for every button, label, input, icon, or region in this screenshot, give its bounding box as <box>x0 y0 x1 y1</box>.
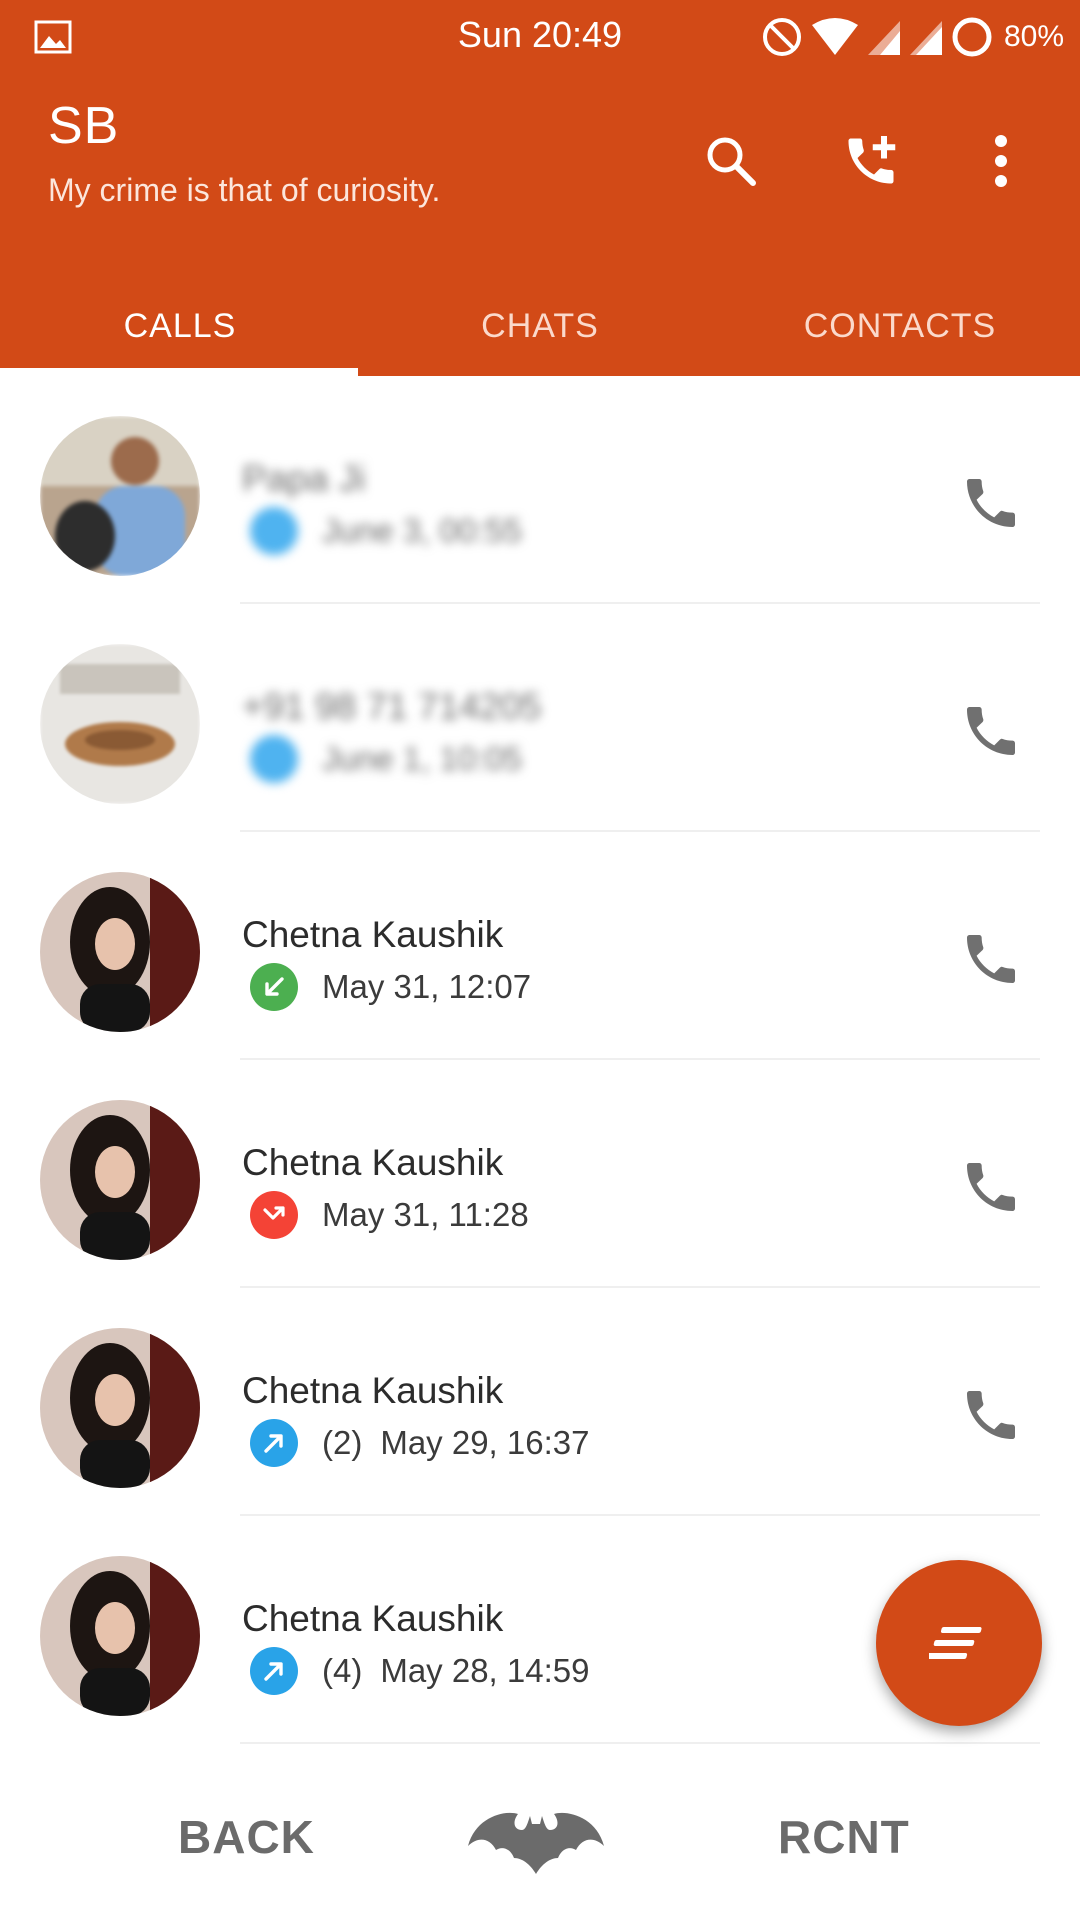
call-meta: May 31, 11:28 <box>250 1190 529 1240</box>
phone-icon <box>967 935 1015 983</box>
call-row[interactable]: Papa Ji June 3, 00:55 <box>0 376 1080 604</box>
phone-icon <box>967 707 1015 755</box>
missed-call-icon <box>250 1191 298 1239</box>
avatar <box>40 416 200 576</box>
avatar <box>40 1328 200 1488</box>
incoming-call-icon <box>250 963 298 1011</box>
screen: Sun 20:49 80% SB My crime is that of cur… <box>0 0 1080 1920</box>
add-call-button[interactable] <box>826 116 916 206</box>
tab-chats[interactable]: CHATS <box>360 276 720 376</box>
recents-button[interactable]: RCNT <box>778 1810 910 1864</box>
call-datetime: June 1, 10:05 <box>322 740 522 777</box>
caller-name: +91 98 71 714205 <box>242 686 542 727</box>
signal-icon <box>867 21 900 55</box>
caller-name: Chetna Kaushik <box>242 1598 504 1639</box>
call-datetime: May 31, 11:28 <box>322 1196 529 1233</box>
back-button[interactable]: BACK <box>178 1810 315 1864</box>
tab-calls[interactable]: CALLS <box>0 276 360 376</box>
phone-icon <box>967 479 1015 527</box>
call-button[interactable] <box>946 914 1036 1004</box>
tab-indicator <box>0 368 358 376</box>
more-options-button[interactable] <box>956 116 1046 206</box>
call-direction-icon <box>250 735 298 783</box>
call-row[interactable]: Chetna Kaushik (2) May 29, 16:37 <box>0 1288 1080 1516</box>
call-meta: June 3, 00:55 <box>250 506 522 556</box>
call-button[interactable] <box>946 686 1036 776</box>
call-meta: June 1, 10:05 <box>250 734 522 784</box>
call-datetime: May 28, 14:59 <box>380 1652 590 1689</box>
call-meta: (4) May 28, 14:59 <box>250 1646 589 1696</box>
navigation-bar: BACK RCNT <box>0 1770 1080 1920</box>
tab-contacts[interactable]: CONTACTS <box>720 276 1080 376</box>
tab-bar: CALLS CHATS CONTACTS <box>0 276 1080 376</box>
outgoing-call-icon <box>250 1419 298 1467</box>
dialpad-fab[interactable] <box>876 1560 1042 1726</box>
battery-percent: 80% <box>1003 20 1064 53</box>
call-list: Papa Ji June 3, 00:55 +91 98 71 714205 J… <box>0 376 1080 1744</box>
caller-name: Chetna Kaushik <box>242 1370 504 1411</box>
batman-logo-icon[interactable] <box>466 1806 606 1876</box>
wifi-icon <box>811 18 858 55</box>
menu-lines-icon <box>929 1627 982 1659</box>
divider <box>240 1742 1040 1744</box>
avatar <box>40 644 200 804</box>
more-vert-icon <box>995 135 1007 187</box>
call-row[interactable]: Chetna Kaushik May 31, 12:07 <box>0 832 1080 1060</box>
call-button[interactable] <box>946 458 1036 548</box>
call-meta: (2) May 29, 16:37 <box>250 1418 589 1468</box>
call-row[interactable]: Chetna Kaushik May 31, 11:28 <box>0 1060 1080 1288</box>
app-bar: SB My crime is that of curiosity. CALLS <box>0 76 1080 376</box>
status-icons: 80% <box>760 12 1064 62</box>
caller-name: Chetna Kaushik <box>242 914 504 955</box>
phone-icon <box>967 1163 1015 1211</box>
phone-icon <box>967 1391 1015 1439</box>
do-not-disturb-icon <box>762 18 801 56</box>
search-icon <box>707 137 756 186</box>
battery-ring-icon <box>952 17 992 57</box>
call-button[interactable] <box>946 1142 1036 1232</box>
call-button[interactable] <box>946 1370 1036 1460</box>
status-bar: Sun 20:49 80% <box>0 0 1080 76</box>
signal-icon <box>909 21 942 55</box>
caller-name: Chetna Kaushik <box>242 1142 504 1183</box>
caller-name: Papa Ji <box>242 458 366 499</box>
avatar <box>40 872 200 1032</box>
avatar <box>40 1556 200 1716</box>
search-button[interactable] <box>686 116 776 206</box>
call-direction-icon <box>250 507 298 555</box>
call-count: (2) <box>322 1424 363 1461</box>
call-datetime: May 31, 12:07 <box>322 968 532 1005</box>
app-subtitle: My crime is that of curiosity. <box>48 172 441 208</box>
call-meta: May 31, 12:07 <box>250 962 531 1012</box>
add-call-icon <box>848 136 896 184</box>
call-count: (4) <box>322 1652 363 1689</box>
call-row[interactable]: +91 98 71 714205 June 1, 10:05 <box>0 604 1080 832</box>
avatar <box>40 1100 200 1260</box>
app-title: SB <box>48 97 120 155</box>
call-datetime: May 29, 16:37 <box>380 1424 590 1461</box>
outgoing-call-icon <box>250 1647 298 1695</box>
call-datetime: June 3, 00:55 <box>322 512 522 549</box>
